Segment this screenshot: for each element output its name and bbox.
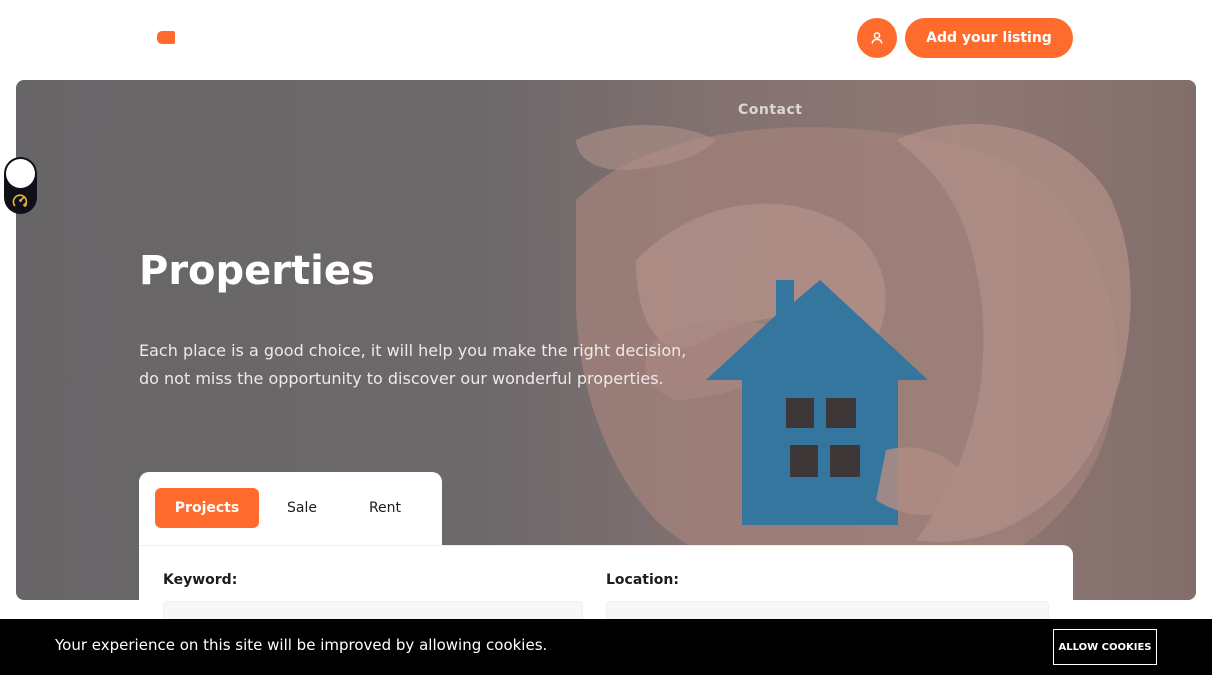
location-label: Location: xyxy=(606,572,679,588)
hero-description-line: do not miss the opportunity to discover … xyxy=(139,369,664,388)
allow-cookies-button[interactable]: ALLOW COOKIES xyxy=(1053,629,1157,665)
search-tabs: Projects Sale Rent xyxy=(139,472,442,552)
tab-sale[interactable]: Sale xyxy=(267,488,337,528)
nav-link-contact[interactable]: Contact xyxy=(738,102,803,118)
hero-description: Each place is a good choice, it will hel… xyxy=(139,337,719,393)
tab-rent[interactable]: Rent xyxy=(351,488,419,528)
keyword-label: Keyword: xyxy=(163,572,238,588)
user-icon xyxy=(871,32,883,44)
logo-icon[interactable] xyxy=(157,31,175,44)
toggle-knob xyxy=(6,159,35,188)
user-account-button[interactable] xyxy=(857,18,897,58)
accessibility-toggle[interactable] xyxy=(4,157,37,214)
tab-projects[interactable]: Projects xyxy=(155,488,259,528)
page-title: Properties xyxy=(139,248,375,294)
hero-description-line: Each place is a good choice, it will hel… xyxy=(139,341,687,360)
cookie-banner: Your experience on this site will be imp… xyxy=(0,619,1212,675)
accessibility-icon xyxy=(12,194,28,207)
add-listing-button[interactable]: Add your listing xyxy=(905,18,1073,58)
cookie-message: Your experience on this site will be imp… xyxy=(55,636,548,654)
